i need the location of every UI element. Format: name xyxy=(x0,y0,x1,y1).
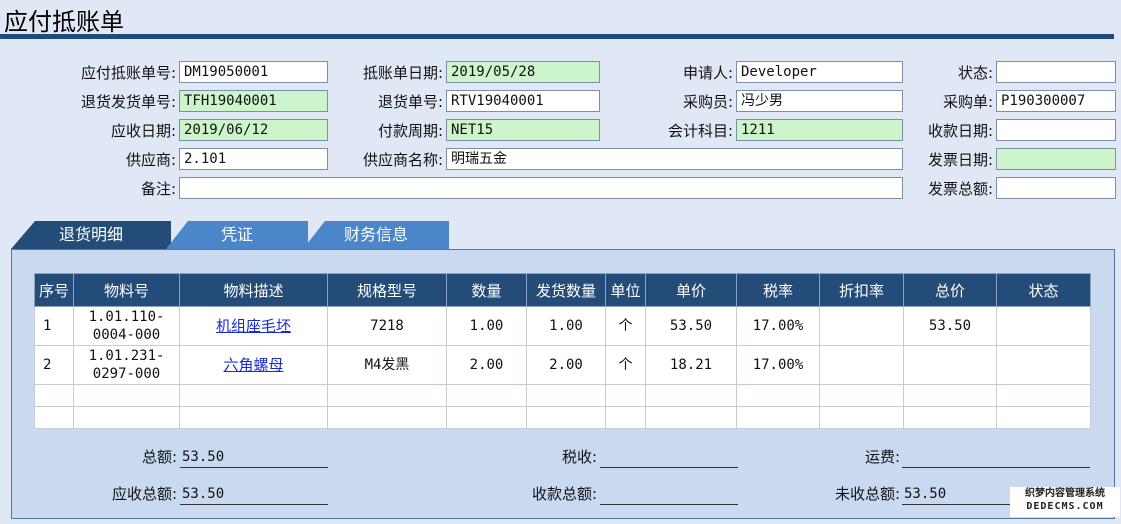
pay-term-field[interactable]: NET15 xyxy=(446,119,600,141)
cell-qty: 2.00 xyxy=(446,345,527,385)
col-header-tax-rate[interactable]: 税率 xyxy=(736,273,820,307)
cell-tax-rate: 17.00% xyxy=(736,345,820,385)
col-header-unit-price[interactable]: 单价 xyxy=(645,273,737,307)
receivable-total-value: 53.50 xyxy=(180,483,328,505)
collect-date-label: 收款日期: xyxy=(927,122,993,140)
col-header-discount[interactable]: 折扣率 xyxy=(819,273,904,307)
collected-total-value xyxy=(600,483,738,505)
collect-date-field[interactable] xyxy=(996,119,1116,141)
supplier-label: 供应商: xyxy=(125,151,176,169)
col-header-qty[interactable]: 数量 xyxy=(446,273,527,307)
cell-unit: 个 xyxy=(605,345,646,385)
col-header-index[interactable]: 序号 xyxy=(34,273,74,307)
col-header-material-no[interactable]: 物料号 xyxy=(73,273,180,307)
details-panel: 序号 物料号 物料描述 规格型号 数量 发货数量 单位 单价 税率 折扣率 总价… xyxy=(11,249,1115,519)
cell-qty: 1.00 xyxy=(446,306,527,346)
return-ship-no-label: 退货发货单号: xyxy=(80,93,176,111)
account-label: 会计科目: xyxy=(667,122,733,140)
empty-row[interactable] xyxy=(34,406,1091,429)
cell-discount xyxy=(819,345,904,385)
cell-shipped-qty: 1.00 xyxy=(526,306,606,346)
col-header-total[interactable]: 总价 xyxy=(903,273,997,307)
uncollected-total-label: 未收总额: xyxy=(834,485,900,503)
receivable-date-field[interactable]: 2019/06/12 xyxy=(179,119,328,141)
tax-label: 税收: xyxy=(561,448,597,466)
buyer-label: 采购员: xyxy=(682,93,733,111)
freight-label: 运费: xyxy=(864,448,900,466)
material-desc-link[interactable]: 机组座毛坯 xyxy=(179,306,328,346)
invoice-date-field[interactable] xyxy=(996,148,1116,170)
table-header-row: 序号 物料号 物料描述 规格型号 数量 发货数量 单位 单价 税率 折扣率 总价… xyxy=(34,273,1091,307)
col-header-material-desc[interactable]: 物料描述 xyxy=(179,273,328,307)
cell-material-no: 1.01.110-0004-000 xyxy=(73,306,180,346)
cell-total: 53.50 xyxy=(903,306,997,346)
cell-material-no: 1.01.231-0297-000 xyxy=(73,345,180,385)
collected-total-label: 收款总额: xyxy=(531,485,597,503)
return-no-field[interactable]: RTV19040001 xyxy=(446,90,600,112)
remark-field[interactable] xyxy=(179,177,903,199)
page-title: 应付抵账单 xyxy=(4,8,124,36)
cell-index: 1 xyxy=(34,306,74,346)
cell-status xyxy=(996,345,1091,385)
freight-value xyxy=(902,446,1090,468)
pay-term-label: 付款周期: xyxy=(377,122,443,140)
cell-shipped-qty: 2.00 xyxy=(526,345,606,385)
cell-total xyxy=(903,345,997,385)
cell-discount xyxy=(819,306,904,346)
cell-status xyxy=(996,306,1091,346)
receivable-total-label: 应收总额: xyxy=(111,485,177,503)
cell-spec: M4发黑 xyxy=(327,345,447,385)
po-label: 采购单: xyxy=(942,93,993,111)
return-no-label: 退货单号: xyxy=(377,93,443,111)
title-divider xyxy=(0,34,1114,39)
cell-tax-rate: 17.00% xyxy=(736,306,820,346)
applicant-field[interactable]: Developer xyxy=(736,61,903,83)
return-ship-no-field[interactable]: TFH19040001 xyxy=(179,90,328,112)
table-row[interactable]: 2 1.01.231-0297-000 六角螺母 M4发黑 2.00 2.00 … xyxy=(34,345,1091,385)
account-field[interactable]: 1211 xyxy=(736,119,903,141)
buyer-field[interactable]: 冯少男 xyxy=(736,90,903,112)
supplier-name-field[interactable]: 明瑞五金 xyxy=(446,148,903,170)
material-desc-link[interactable]: 六角螺母 xyxy=(179,345,328,385)
tab-return-details-label: 退货明细 xyxy=(58,225,123,244)
status-label: 状态: xyxy=(957,64,993,82)
table-row[interactable]: 1 1.01.110-0004-000 机组座毛坯 7218 1.00 1.00… xyxy=(34,306,1091,346)
col-header-status[interactable]: 状态 xyxy=(996,273,1091,307)
supplier-field[interactable]: 2.101 xyxy=(179,148,328,170)
cell-unit: 个 xyxy=(605,306,646,346)
total-value: 53.50 xyxy=(180,446,328,468)
watermark-line2: DEDECMS.COM xyxy=(1026,501,1104,512)
po-field[interactable]: P190300007 xyxy=(996,90,1116,112)
doc-date-label: 抵账单日期: xyxy=(362,64,443,82)
doc-date-field[interactable]: 2019/05/28 xyxy=(446,61,600,83)
tab-finance-info-label: 财务信息 xyxy=(343,225,408,244)
status-field[interactable] xyxy=(996,61,1116,83)
watermark: 织梦内容管理系统 DEDECMS.COM xyxy=(1010,487,1120,517)
return-details-table: 序号 物料号 物料描述 规格型号 数量 发货数量 单位 单价 税率 折扣率 总价… xyxy=(34,273,1091,429)
col-header-unit[interactable]: 单位 xyxy=(605,273,646,307)
empty-row[interactable] xyxy=(34,384,1091,407)
cell-index: 2 xyxy=(34,345,74,385)
remark-label: 备注: xyxy=(140,180,176,198)
supplier-name-label: 供应商名称: xyxy=(362,151,443,169)
invoice-date-label: 发票日期: xyxy=(927,151,993,169)
doc-no-field[interactable]: DM19050001 xyxy=(179,61,328,83)
col-header-shipped-qty[interactable]: 发货数量 xyxy=(526,273,606,307)
cell-unit-price: 53.50 xyxy=(645,306,737,346)
cell-unit-price: 18.21 xyxy=(645,345,737,385)
doc-no-label: 应付抵账单号: xyxy=(80,64,176,82)
total-label: 总额: xyxy=(141,448,177,466)
tax-value xyxy=(600,446,738,468)
tab-return-details[interactable]: 退货明细 xyxy=(11,221,171,249)
col-header-spec[interactable]: 规格型号 xyxy=(327,273,447,307)
invoice-total-field[interactable] xyxy=(996,177,1116,199)
tab-voucher[interactable]: 凭证 xyxy=(166,221,308,249)
watermark-line1: 织梦内容管理系统 xyxy=(1025,488,1105,499)
cell-spec: 7218 xyxy=(327,306,447,346)
tab-finance-info[interactable]: 财务信息 xyxy=(303,221,449,249)
applicant-label: 申请人: xyxy=(682,64,733,82)
invoice-total-label: 发票总额: xyxy=(927,180,993,198)
receivable-date-label: 应收日期: xyxy=(110,122,176,140)
tab-voucher-label: 凭证 xyxy=(220,225,253,244)
